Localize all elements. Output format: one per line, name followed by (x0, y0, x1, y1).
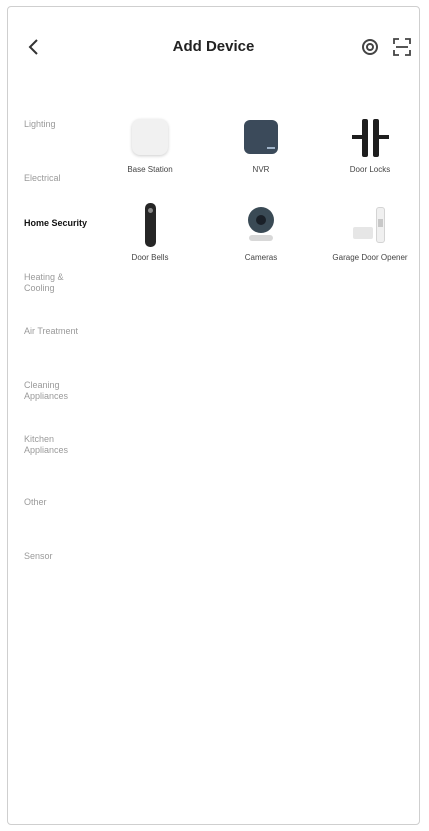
sidebar-item-lighting[interactable]: Lighting (24, 119, 94, 130)
device-nvr[interactable]: NVR (216, 113, 306, 175)
device-garage-door-opener[interactable]: Garage Door Opener (325, 201, 415, 263)
qr-scan-icon[interactable] (392, 37, 412, 57)
page-title: Add Device (172, 38, 255, 55)
sidebar-item-kitchen-appliances[interactable]: Kitchen Appliances (24, 434, 94, 456)
camera-icon (237, 201, 285, 249)
device-label: Door Locks (349, 165, 391, 174)
app-frame: Add Device Lighting Electrical Home Secu… (7, 6, 420, 825)
device-label: Base Station (127, 165, 173, 174)
sidebar-item-cleaning-appliances[interactable]: Cleaning Appliances (24, 380, 94, 402)
device-cameras[interactable]: Cameras (216, 201, 306, 263)
sidebar-item-heating-cooling[interactable]: Heating & Cooling (24, 272, 94, 294)
sidebar-item-sensor[interactable]: Sensor (24, 551, 94, 562)
garage-door-opener-icon (346, 201, 394, 249)
sidebar-item-electrical[interactable]: Electrical (24, 173, 94, 184)
sidebar-item-other[interactable]: Other (24, 497, 94, 508)
device-door-bells[interactable]: Door Bells (105, 201, 195, 263)
device-base-station[interactable]: Base Station (105, 113, 195, 175)
base-station-icon (126, 113, 174, 161)
sidebar-item-air-treatment[interactable]: Air Treatment (24, 326, 94, 337)
device-label: Door Bells (131, 253, 169, 262)
device-label: Garage Door Opener (332, 253, 408, 262)
header: Add Device (8, 7, 419, 71)
door-lock-icon (346, 113, 394, 161)
device-door-locks[interactable]: Door Locks (325, 113, 415, 175)
scan-icon[interactable] (360, 37, 380, 57)
device-label: Cameras (244, 253, 278, 262)
sidebar-item-home-security[interactable]: Home Security (24, 218, 94, 229)
nvr-icon (237, 113, 285, 161)
door-bell-icon (126, 201, 174, 249)
device-label: NVR (252, 165, 270, 174)
